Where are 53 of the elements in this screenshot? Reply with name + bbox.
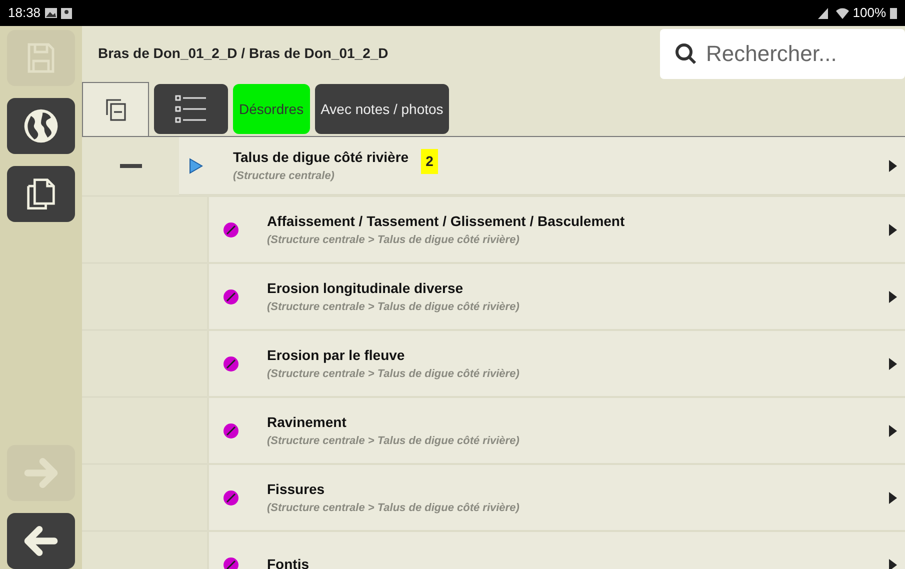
list-row[interactable]: Affaissement / Tassement / Glissement / Basculement (Structure centrale > Talus de digue côté rivière) xyxy=(207,197,905,262)
row-subtitle: (Structure centrale > Talus de digue côté rivière) xyxy=(267,500,520,516)
pencil-dot-icon xyxy=(223,556,239,569)
row-subtitle: (Structure centrale > Talus de digue côté rivière) xyxy=(267,300,520,315)
list-icon xyxy=(175,94,207,124)
battery-icon xyxy=(890,7,897,19)
pencil-dot-icon xyxy=(223,288,239,304)
battery-level: 100% xyxy=(852,4,886,22)
row-subtitle: (Structure centrale > Talus de digue côté rivière) xyxy=(267,366,520,382)
row-title: Erosion par le fleuve xyxy=(267,346,406,365)
row-title: Fontis xyxy=(267,555,309,569)
map-button[interactable] xyxy=(7,98,75,154)
play-icon xyxy=(189,158,203,174)
list-view-button[interactable] xyxy=(154,84,228,134)
collapse-icon xyxy=(106,98,126,120)
image-notification-icon xyxy=(44,8,57,18)
chevron-right-icon xyxy=(889,224,897,236)
copy-button[interactable] xyxy=(7,166,75,222)
search-field[interactable]: Rechercher... xyxy=(660,29,905,79)
search-icon xyxy=(674,42,698,66)
pencil-dot-icon xyxy=(223,422,239,438)
group-subtitle: (Structure centrale) xyxy=(233,168,336,184)
chevron-right-icon xyxy=(889,290,897,302)
row-title: Affaissement / Tassement / Glissement / Basculement xyxy=(267,212,625,231)
row-subtitle: (Structure centrale > Talus de digue côté rivière) xyxy=(267,434,520,449)
chevron-right-icon xyxy=(889,424,897,436)
list-row[interactable]: Ravinement (Structure centrale > Talus de digue côté rivière) xyxy=(207,398,905,463)
group-title: Talus de digue côté rivière xyxy=(233,148,409,167)
pencil-dot-icon xyxy=(223,490,239,506)
notification-icon xyxy=(60,8,72,18)
filter-toggle[interactable]: Désordres xyxy=(233,84,310,134)
pencil-dot-icon xyxy=(223,356,239,372)
chevron-right-icon xyxy=(889,492,897,504)
list-row[interactable]: Fontis xyxy=(207,532,905,569)
chevron-right-icon xyxy=(889,558,897,569)
pencil-dot-icon xyxy=(223,222,239,238)
row-title: Fissures xyxy=(267,480,326,499)
back-button[interactable] xyxy=(7,513,75,569)
filter-toggle[interactable]: Avec notes / photos xyxy=(314,84,450,134)
status-time: 18:38 xyxy=(8,4,41,22)
count-badge: 2 xyxy=(420,149,438,174)
collapse-all-button[interactable] xyxy=(82,82,149,136)
list-row[interactable]: Erosion par le fleuve (Structure centrale > Talus de digue côté rivière) xyxy=(207,331,905,396)
row-title: Ravinement xyxy=(267,412,348,432)
row-title: Erosion longitudinale diverse xyxy=(267,278,464,298)
row-subtitle: (Structure centrale > Talus de digue côté rivière) xyxy=(267,232,520,248)
chevron-right-icon xyxy=(889,160,897,172)
list-row[interactable]: Fissures (Structure centrale > Talus de digue côté rivière) xyxy=(207,465,905,530)
group-row[interactable]: Talus de digue côté rivière (Structure centrale) 2 xyxy=(179,137,905,195)
wifi-icon xyxy=(836,8,849,18)
page-title: Bras de Don_01_2_D / Bras de Don_01_2_D xyxy=(97,44,388,63)
chevron-right-icon xyxy=(889,358,897,370)
list-row[interactable]: Erosion longitudinale diverse (Structure centrale > Talus de digue côté rivière) xyxy=(207,264,905,329)
